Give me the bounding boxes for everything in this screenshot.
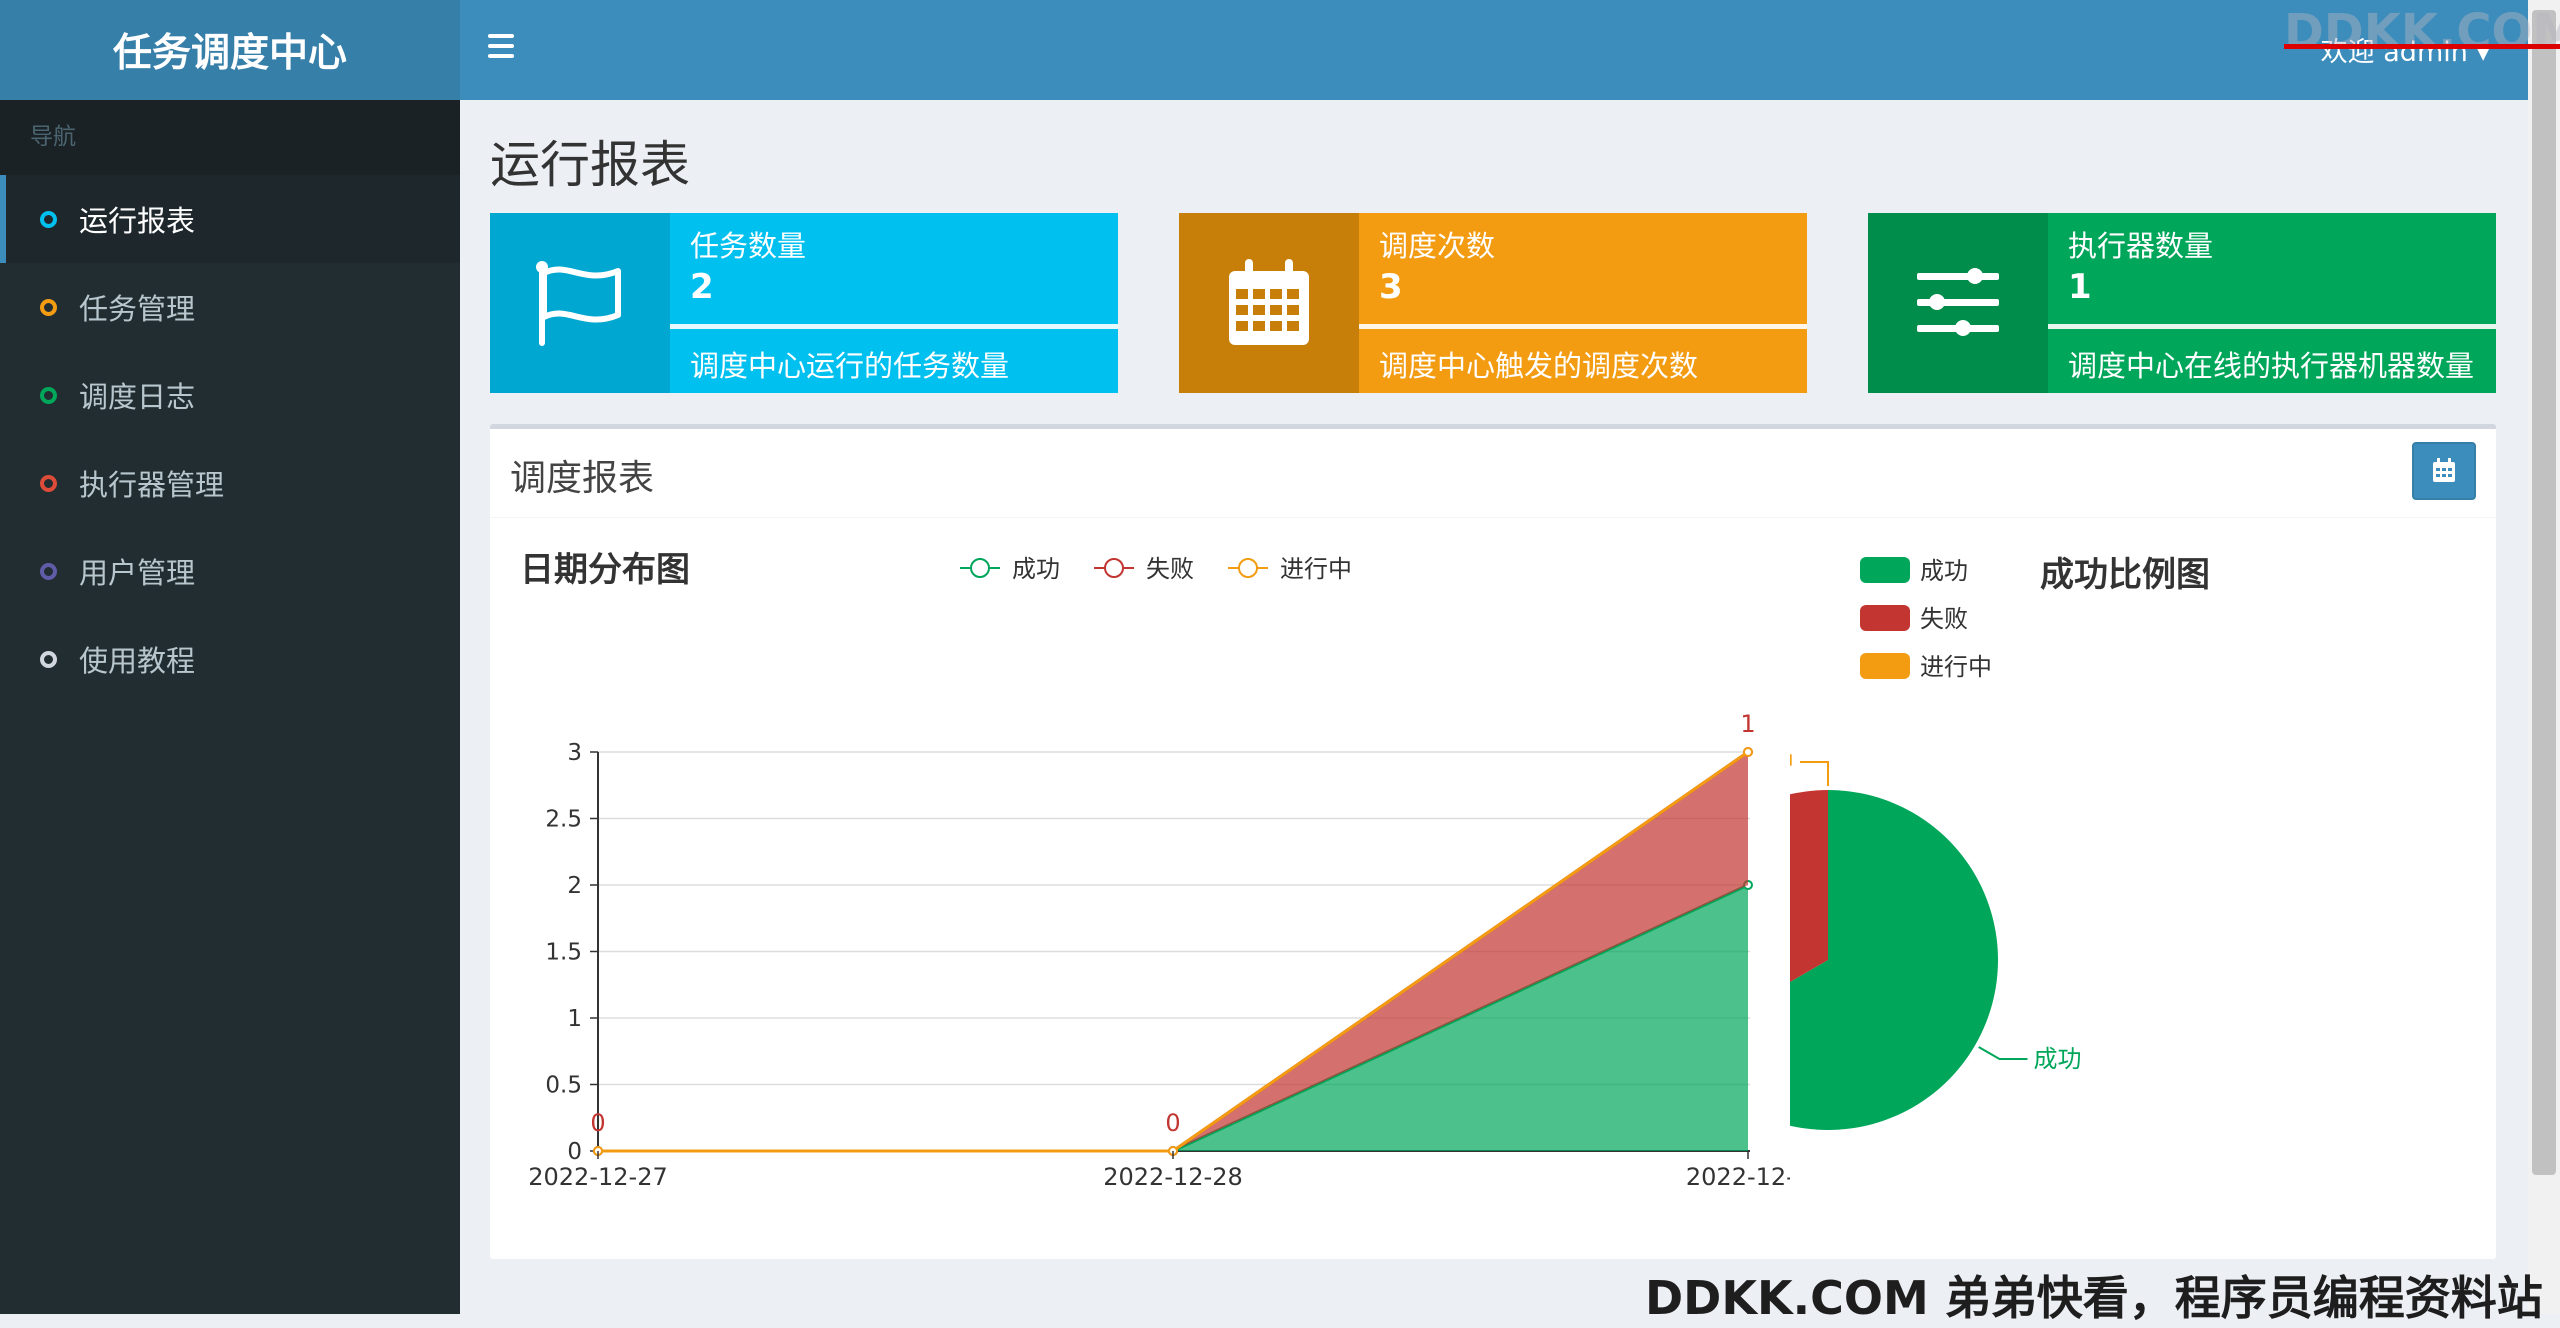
- legend-label: 成功: [1920, 557, 1968, 585]
- info-box-number: 3: [1379, 267, 1403, 307]
- flag-icon: [490, 213, 670, 393]
- calendar-icon: [2433, 458, 2455, 482]
- data-label: 1: [1740, 710, 1755, 738]
- sidebar-item-label: 使用教程: [79, 644, 196, 678]
- sidebar-item-label: 执行器管理: [79, 468, 225, 502]
- success-ratio-chart: 成功比例图成功失败进行中成功失败进行中: [1790, 555, 2210, 1130]
- x-tick-label: 2022-12-27: [528, 1163, 667, 1191]
- info-box-label: 执行器数量: [2068, 229, 2214, 263]
- info-box-number: 2: [690, 267, 714, 307]
- info-box-number: 1: [2068, 267, 2092, 307]
- y-tick-label: 2.5: [545, 807, 582, 833]
- app-logo[interactable]: 任务调度中心: [0, 0, 460, 100]
- sliders-icon: [1868, 213, 2048, 393]
- info-box-label: 任务数量: [690, 229, 807, 263]
- y-tick-label: 1.5: [545, 940, 582, 966]
- scrollbar-thumb[interactable]: [2532, 10, 2556, 1175]
- circle-icon: [40, 386, 57, 404]
- x-tick-label: 2022-12-2: [1686, 1163, 1790, 1191]
- report-box: 调度报表 日期分布图 成功 失败 进行中 0 0.5 1 1.5 2 2.5 3 0 0 1 2022-12…: [490, 424, 2496, 1259]
- sidebar-item-user-manage[interactable]: 用户管理: [0, 527, 460, 615]
- circle-icon: [40, 562, 57, 580]
- sidebar: 导航 运行报表 任务管理 调度日志 执行器管理 用户管理 使用教程: [0, 100, 460, 1314]
- info-box-description: 调度中心运行的任务数量: [690, 349, 1010, 383]
- info-box-executor-count: 执行器数量 1 调度中心在线的执行器机器数量: [1868, 213, 2496, 393]
- pie-label: 进行中: [1790, 748, 1794, 776]
- legend-item: 成功: [960, 555, 1060, 583]
- legend-label: 失败: [1146, 555, 1194, 583]
- top-navbar: 欢迎 admin ▾: [460, 0, 2528, 100]
- progress-bar: [2048, 324, 2496, 329]
- info-box-job-count: 任务数量 2 调度中心运行的任务数量: [490, 213, 1118, 393]
- sidebar-item-label: 任务管理: [79, 292, 196, 326]
- page-title: 运行报表: [490, 136, 690, 194]
- legend-marker: [1860, 557, 1910, 583]
- sidebar-item-executor-manage[interactable]: 执行器管理: [0, 439, 460, 527]
- circle-icon: [40, 210, 57, 228]
- pie-leader-line: [1800, 761, 1829, 786]
- legend-item: 成功: [1860, 557, 1968, 585]
- data-label: 0: [590, 1109, 605, 1137]
- legend-label: 成功: [1012, 555, 1060, 583]
- sidebar-item-run-report[interactable]: 运行报表: [0, 175, 460, 263]
- sidebar-item-label: 用户管理: [79, 556, 196, 590]
- y-tick-label: 1: [567, 1006, 582, 1032]
- date-distribution-chart: 日期分布图 成功 失败 进行中00.511.522.530 012022-12-27 20…: [520, 550, 1790, 1191]
- x-tick-label: 2022-12-28: [1103, 1163, 1242, 1191]
- chart-title: 成功比例图: [2040, 555, 2210, 595]
- sidebar-item-job-manage[interactable]: 任务管理: [0, 263, 460, 351]
- legend-item: 进行中: [1860, 653, 1992, 681]
- legend-item: 进行中: [1228, 555, 1352, 583]
- legend-item: 失败: [1860, 605, 1968, 633]
- y-tick-label: 3: [567, 740, 582, 766]
- date-filter-button[interactable]: [2412, 442, 2476, 500]
- sidebar-item-label: 运行报表: [79, 204, 196, 238]
- pie-label: 成功: [2033, 1045, 2081, 1073]
- divider: [490, 517, 2496, 518]
- info-box-description: 调度中心在线的执行器机器数量: [2068, 349, 2475, 383]
- y-tick-label: 0: [567, 1139, 582, 1165]
- sidebar-item-label: 调度日志: [79, 380, 196, 414]
- legend-marker: [1860, 653, 1910, 679]
- y-tick-label: 0.5: [545, 1073, 582, 1099]
- progress-bar: [670, 324, 1118, 329]
- chart-title: 日期分布图: [520, 550, 690, 590]
- legend-item: 失败: [1094, 555, 1194, 583]
- sidebar-item-job-log[interactable]: 调度日志: [0, 351, 460, 439]
- legend-label: 进行中: [1920, 653, 1992, 681]
- info-box-label: 调度次数: [1379, 229, 1496, 263]
- data-label: 0: [1165, 1109, 1180, 1137]
- y-tick-label: 2: [567, 873, 582, 899]
- pie-leader-line: [1978, 1046, 2028, 1060]
- legend-marker: [1860, 605, 1910, 631]
- watermark-bottom: DDKK.COM 弟弟快看，程序员编程资料站: [1645, 1271, 2543, 1325]
- legend-marker: [1238, 558, 1258, 578]
- legend-marker: [970, 558, 990, 578]
- sidebar-item-help[interactable]: 使用教程: [0, 615, 460, 703]
- info-box-description: 调度中心触发的调度次数: [1379, 349, 1699, 383]
- circle-icon: [40, 298, 57, 316]
- nav-header: 导航: [0, 100, 460, 175]
- legend-label: 进行中: [1280, 555, 1352, 583]
- circle-icon: [40, 650, 57, 668]
- data-point: [1743, 747, 1753, 757]
- legend-label: 失败: [1920, 605, 1968, 633]
- menu-toggle-icon[interactable]: [488, 34, 514, 64]
- calendar-icon: [1179, 213, 1359, 393]
- box-title: 调度报表: [510, 458, 655, 499]
- legend-marker: [1104, 558, 1124, 578]
- circle-icon: [40, 474, 57, 492]
- watermark-bar: [2284, 44, 2560, 49]
- progress-bar: [1359, 324, 1807, 329]
- watermark-top: DDKK.COM: [2284, 4, 2560, 60]
- info-box-trigger-count: 调度次数 3 调度中心触发的调度次数: [1179, 213, 1807, 393]
